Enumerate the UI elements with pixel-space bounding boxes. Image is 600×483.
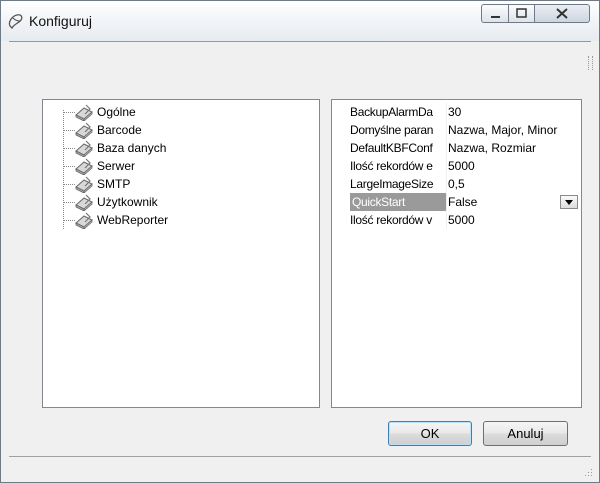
maximize-button[interactable] bbox=[508, 4, 535, 23]
property-value[interactable]: 30 bbox=[448, 103, 580, 121]
property-row[interactable]: Ilość rekordów e 5000 bbox=[350, 157, 582, 175]
resize-grip-icon[interactable] bbox=[583, 467, 593, 477]
tree-item-label: Barcode bbox=[97, 123, 142, 137]
property-row[interactable]: DefaultKBFConf Nazwa, Rozmiar bbox=[350, 139, 582, 157]
tree-item[interactable]: Baza danych bbox=[43, 139, 243, 157]
property-value[interactable]: Nazwa, Major, Minor bbox=[448, 121, 580, 139]
ok-button[interactable]: OK bbox=[388, 421, 472, 446]
gear-node-icon bbox=[75, 104, 93, 121]
column-separator bbox=[446, 157, 447, 175]
property-value[interactable]: 5000 bbox=[448, 211, 580, 229]
property-name: LargeImageSize bbox=[350, 177, 434, 191]
property-row[interactable]: QuickStart False bbox=[350, 193, 582, 211]
gear-node-icon bbox=[75, 194, 93, 211]
column-separator bbox=[446, 139, 447, 157]
tree-item-label: WebReporter bbox=[97, 213, 169, 227]
tree-item-label: SMTP bbox=[97, 177, 131, 191]
property-row[interactable]: Domyślne paran Nazwa, Major, Minor bbox=[350, 121, 582, 139]
tree-item[interactable]: Użytkownik bbox=[43, 193, 243, 211]
property-row[interactable]: Ilość rekordów v 5000 bbox=[350, 211, 582, 229]
maximize-icon bbox=[516, 8, 527, 18]
close-button[interactable] bbox=[534, 4, 590, 23]
tree-item[interactable]: Ogólne bbox=[43, 103, 243, 121]
property-name: Domyślne paran bbox=[350, 123, 434, 137]
property-name: QuickStart bbox=[350, 193, 446, 211]
minimize-button[interactable] bbox=[481, 4, 509, 23]
property-name: Ilość rekordów e bbox=[350, 159, 433, 173]
column-separator bbox=[446, 103, 447, 121]
tree-item-label: Serwer bbox=[97, 159, 136, 173]
column-separator bbox=[446, 121, 447, 139]
tree-item-label: Użytkownik bbox=[97, 195, 158, 209]
gear-node-icon bbox=[75, 158, 93, 175]
konfig-app-icon bbox=[8, 14, 23, 30]
property-name: Ilość rekordów v bbox=[350, 213, 432, 227]
column-separator bbox=[446, 211, 447, 229]
settings-tree: Ogólne Barcode Baza danych Serwer SMTP Użytko… bbox=[42, 99, 320, 408]
tree-item[interactable]: SMTP bbox=[43, 175, 243, 193]
column-separator bbox=[446, 175, 447, 193]
window-controls bbox=[481, 4, 591, 24]
property-name: BackupAlarmDa bbox=[350, 105, 433, 119]
tree-item[interactable]: Serwer bbox=[43, 157, 243, 175]
toolbar-separator bbox=[9, 41, 591, 42]
tree-item-label: Ogólne bbox=[97, 105, 136, 119]
tree-item-label: Baza danych bbox=[97, 141, 167, 155]
window-title: Konfiguruj bbox=[29, 13, 93, 29]
dropdown-arrow-icon[interactable] bbox=[560, 195, 578, 209]
close-icon bbox=[556, 8, 568, 19]
status-bar bbox=[9, 456, 591, 457]
property-name: DefaultKBFConf bbox=[350, 141, 433, 155]
title-bar: Konfiguruj bbox=[1, 1, 599, 41]
property-row[interactable]: BackupAlarmDa 30 bbox=[350, 103, 582, 121]
gear-node-icon bbox=[75, 140, 93, 157]
tree-item[interactable]: WebReporter bbox=[43, 211, 243, 229]
toolbar-grip[interactable] bbox=[588, 56, 593, 70]
property-value[interactable]: Nazwa, Rozmiar bbox=[448, 139, 580, 157]
property-grid: BackupAlarmDa 30 Domyślne paran Nazwa, Majo… bbox=[331, 99, 582, 408]
konfiguruj-dialog: Konfiguruj Ogólne Barcode Baza danych Serwe… bbox=[0, 0, 600, 483]
tree-item[interactable]: Barcode bbox=[43, 121, 243, 139]
gear-node-icon bbox=[75, 176, 93, 193]
property-value[interactable]: 0,5 bbox=[448, 175, 580, 193]
column-separator bbox=[446, 193, 447, 211]
property-row[interactable]: LargeImageSize 0,5 bbox=[350, 175, 582, 193]
minimize-icon bbox=[491, 16, 500, 18]
gear-node-icon bbox=[75, 122, 93, 139]
cancel-button[interactable]: Anuluj bbox=[483, 421, 568, 446]
gear-node-icon bbox=[75, 212, 93, 229]
property-value[interactable]: 5000 bbox=[448, 157, 580, 175]
